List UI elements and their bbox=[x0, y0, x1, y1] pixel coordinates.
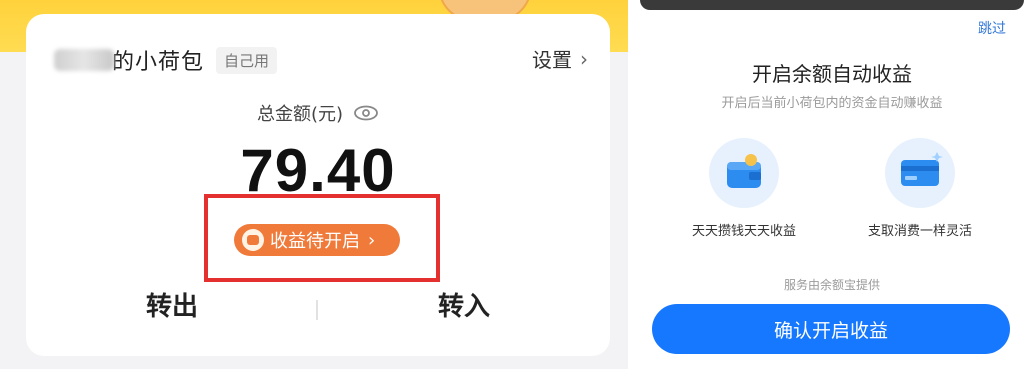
feature-label: 支取消费一样灵活 bbox=[867, 224, 972, 239]
feature-flexible-withdraw: 支取消费一样灵活 bbox=[850, 138, 990, 239]
transfer-out-button[interactable]: 转出 bbox=[146, 286, 198, 323]
wallet-panel: 的小荷包 自己用 设置 › 总金额(元) 79.40 收益待开启 › 转出 转入 bbox=[0, 0, 628, 369]
feature-label: 天天攒钱天天收益 bbox=[691, 224, 796, 239]
service-provider-note: 服务由余额宝提供 bbox=[783, 278, 880, 292]
settings-label: 设置 bbox=[532, 48, 572, 72]
self-use-tag: 自己用 bbox=[216, 46, 278, 74]
actions-divider bbox=[316, 300, 318, 320]
chevron-right-icon: › bbox=[368, 229, 376, 251]
wallet-title: 的小荷包 bbox=[112, 50, 205, 75]
feature-daily-earnings: 天天攒钱天天收益 bbox=[674, 138, 814, 239]
card-icon bbox=[885, 138, 955, 208]
modal-top-edge bbox=[640, 0, 1024, 10]
wallet-card: 的小荷包 自己用 设置 › 总金额(元) 79.40 收益待开启 › 转出 转入 bbox=[26, 14, 610, 356]
earn-status-label: 收益待开启 bbox=[270, 231, 360, 252]
balance-label-row: 总金额(元) bbox=[26, 100, 610, 126]
blurred-owner-name bbox=[54, 49, 114, 71]
wallet-title-row: 的小荷包 自己用 bbox=[54, 44, 278, 76]
chevron-right-icon: › bbox=[580, 46, 588, 71]
confirm-enable-button[interactable]: 确认开启收益 bbox=[652, 304, 1010, 354]
transfer-in-button[interactable]: 转入 bbox=[438, 286, 490, 323]
enable-earnings-modal: 跳过 开启余额自动收益 开启后当前小荷包内的资金自动赚收益 天天攒钱天天收益 支… bbox=[640, 0, 1024, 369]
skip-button[interactable]: 跳过 bbox=[978, 18, 1006, 38]
eye-icon[interactable] bbox=[353, 105, 379, 121]
earn-status-button[interactable]: 收益待开启 › bbox=[234, 224, 400, 256]
modal-subtitle: 开启后当前小荷包内的资金自动赚收益 bbox=[721, 96, 943, 111]
confirm-label: 确认开启收益 bbox=[773, 319, 888, 342]
wallet-icon bbox=[709, 138, 779, 208]
settings-link[interactable]: 设置 › bbox=[532, 44, 588, 73]
coin-bag-icon bbox=[242, 229, 264, 251]
balance-label: 总金额(元) bbox=[256, 104, 344, 125]
transfer-actions: 转出 转入 bbox=[26, 286, 610, 336]
modal-title: 开启余额自动收益 bbox=[752, 62, 912, 86]
